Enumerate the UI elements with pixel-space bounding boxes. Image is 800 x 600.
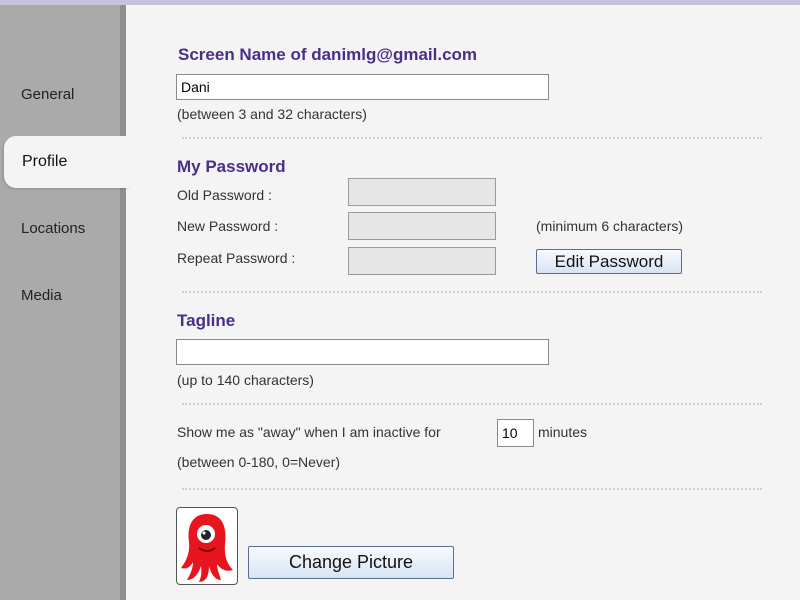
sidebar-item-label: Media bbox=[21, 286, 62, 304]
repeat-password-label: Repeat Password : bbox=[177, 250, 296, 266]
sidebar-item-profile[interactable]: Profile bbox=[4, 136, 130, 188]
change-picture-button[interactable]: Change Picture bbox=[248, 546, 454, 579]
away-prefix-label: Show me as "away" when I am inactive for bbox=[177, 424, 441, 440]
away-suffix-label: minutes bbox=[538, 424, 588, 440]
sidebar-item-media[interactable]: Media bbox=[0, 269, 120, 321]
new-password-field[interactable] bbox=[348, 212, 496, 240]
away-hint: (between 0-180, 0=Never) bbox=[177, 454, 341, 470]
sidebar-item-general[interactable]: General bbox=[0, 68, 120, 120]
edit-password-button[interactable]: Edit Password bbox=[536, 249, 682, 274]
divider bbox=[182, 488, 762, 490]
tagline-input[interactable] bbox=[176, 339, 549, 365]
min-chars-hint: (minimum 6 characters) bbox=[536, 218, 684, 234]
tagline-title: Tagline bbox=[177, 311, 236, 330]
divider bbox=[182, 403, 762, 405]
new-password-label: New Password : bbox=[177, 218, 279, 234]
password-title: My Password bbox=[177, 157, 286, 176]
profile-panel: Screen Name of danimlg@gmail.com (betwee… bbox=[126, 5, 800, 600]
tagline-hint: (up to 140 characters) bbox=[177, 372, 314, 388]
red-octopus-avatar-icon bbox=[181, 514, 233, 582]
divider bbox=[182, 291, 762, 293]
sidebar-item-locations[interactable]: Locations bbox=[0, 202, 120, 254]
away-minutes-input[interactable] bbox=[497, 419, 534, 447]
old-password-label: Old Password : bbox=[177, 187, 272, 203]
sidebar-item-label: General bbox=[21, 85, 75, 103]
screen-name-hint: (between 3 and 32 characters) bbox=[177, 106, 367, 122]
old-password-field[interactable] bbox=[348, 178, 496, 206]
divider bbox=[182, 137, 762, 139]
sidebar-item-label: Locations bbox=[21, 219, 86, 237]
screen-name-title: Screen Name of danimlg@gmail.com bbox=[178, 45, 478, 64]
profile-picture bbox=[176, 507, 238, 585]
repeat-password-field[interactable] bbox=[348, 247, 496, 275]
screen-name-input[interactable] bbox=[176, 74, 549, 100]
sidebar-item-label: Profile bbox=[22, 153, 68, 170]
